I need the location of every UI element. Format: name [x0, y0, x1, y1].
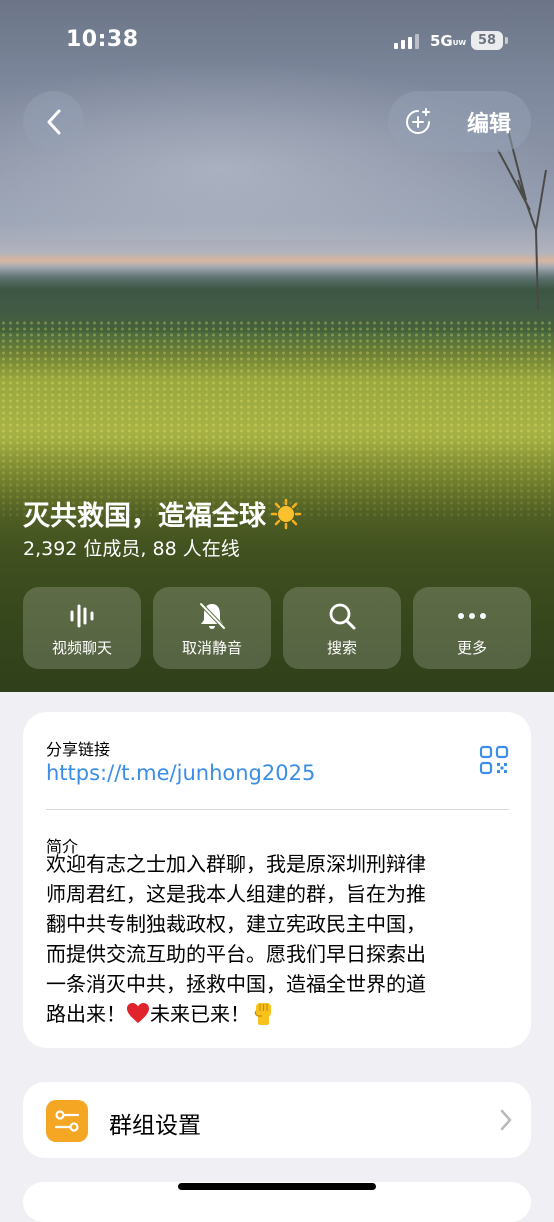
- edit-label: 编辑: [467, 111, 512, 137]
- voice-chat-icon: [66, 601, 98, 631]
- group-settings-row[interactable]: 群组设置: [23, 1082, 531, 1158]
- qr-code-icon[interactable]: [479, 745, 509, 775]
- network-indicator: 5GUW: [430, 32, 466, 50]
- cellular-signal-icon: [394, 33, 419, 49]
- member-count: 2,392 位成员, 88 人在线: [23, 538, 240, 560]
- add-member-icon: [402, 106, 434, 138]
- chevron-right-icon: [500, 1109, 512, 1131]
- unmute-button[interactable]: 取消静音: [153, 587, 271, 669]
- search-icon: [326, 601, 358, 631]
- battery-cap: [505, 37, 508, 44]
- network-suffix: UW: [452, 39, 467, 47]
- battery-icon: 58: [471, 31, 503, 50]
- action-label: 取消静音: [181, 639, 242, 657]
- raised-fist-emoji-icon: [254, 1003, 271, 1025]
- sun-emoji-icon: [270, 498, 302, 529]
- about-line: 翻中共专制独裁政权，建立宪政民主中国，: [46, 912, 426, 936]
- more-icon: [456, 601, 488, 631]
- group-settings-label: 群组设置: [109, 1113, 201, 1139]
- about-line-last: 路出来！ 未来已来！: [46, 999, 508, 1029]
- action-row: 视频聊天 取消静音 搜索 更多: [23, 587, 531, 669]
- about-text: 欢迎有志之士加入群聊，我是原深圳刑辩律 师周君红，这是我本人组建的群，旨在为推 …: [46, 849, 508, 1029]
- about-line-part: 路出来！: [46, 1002, 126, 1026]
- video-chat-button[interactable]: 视频聊天: [23, 587, 141, 669]
- home-indicator[interactable]: [178, 1183, 376, 1190]
- about-line: 而提供交流互助的平台。愿我们早日探索出: [46, 942, 426, 966]
- status-time: 10:38: [66, 27, 139, 52]
- edit-button[interactable]: 编辑: [388, 91, 531, 152]
- group-title-text: 灭共救国，造福全球: [23, 501, 266, 532]
- back-button[interactable]: [23, 91, 84, 152]
- divider: [46, 809, 509, 810]
- search-button[interactable]: 搜索: [283, 587, 401, 669]
- red-heart-emoji-icon: [127, 1003, 149, 1023]
- about-line-part: 未来已来！: [150, 1002, 250, 1026]
- action-label: 搜索: [326, 639, 357, 657]
- action-label: 视频聊天: [51, 639, 112, 657]
- more-button[interactable]: 更多: [413, 587, 531, 669]
- action-label: 更多: [456, 639, 487, 657]
- info-card: 分享链接 https://t.me/junhong2025 简介 欢迎有志之士加…: [23, 712, 531, 1048]
- bell-slash-icon: [196, 601, 228, 631]
- about-line: 一条消灭中共，拯救中国，造福全世界的道: [46, 972, 426, 996]
- share-link-label: 分享链接: [46, 740, 111, 759]
- about-line: 欢迎有志之士加入群聊，我是原深圳刑辩律: [46, 852, 426, 876]
- share-link[interactable]: https://t.me/junhong2025: [46, 761, 315, 785]
- chevron-left-icon: [47, 109, 60, 134]
- settings-toggle-icon: [46, 1100, 88, 1142]
- status-bar: 10:38 5GUW 58: [0, 0, 554, 80]
- group-title: 灭共救国，造福全球: [23, 494, 302, 533]
- about-line: 师周君红，这是我本人组建的群，旨在为推: [46, 882, 426, 906]
- network-type: 5G: [430, 32, 453, 50]
